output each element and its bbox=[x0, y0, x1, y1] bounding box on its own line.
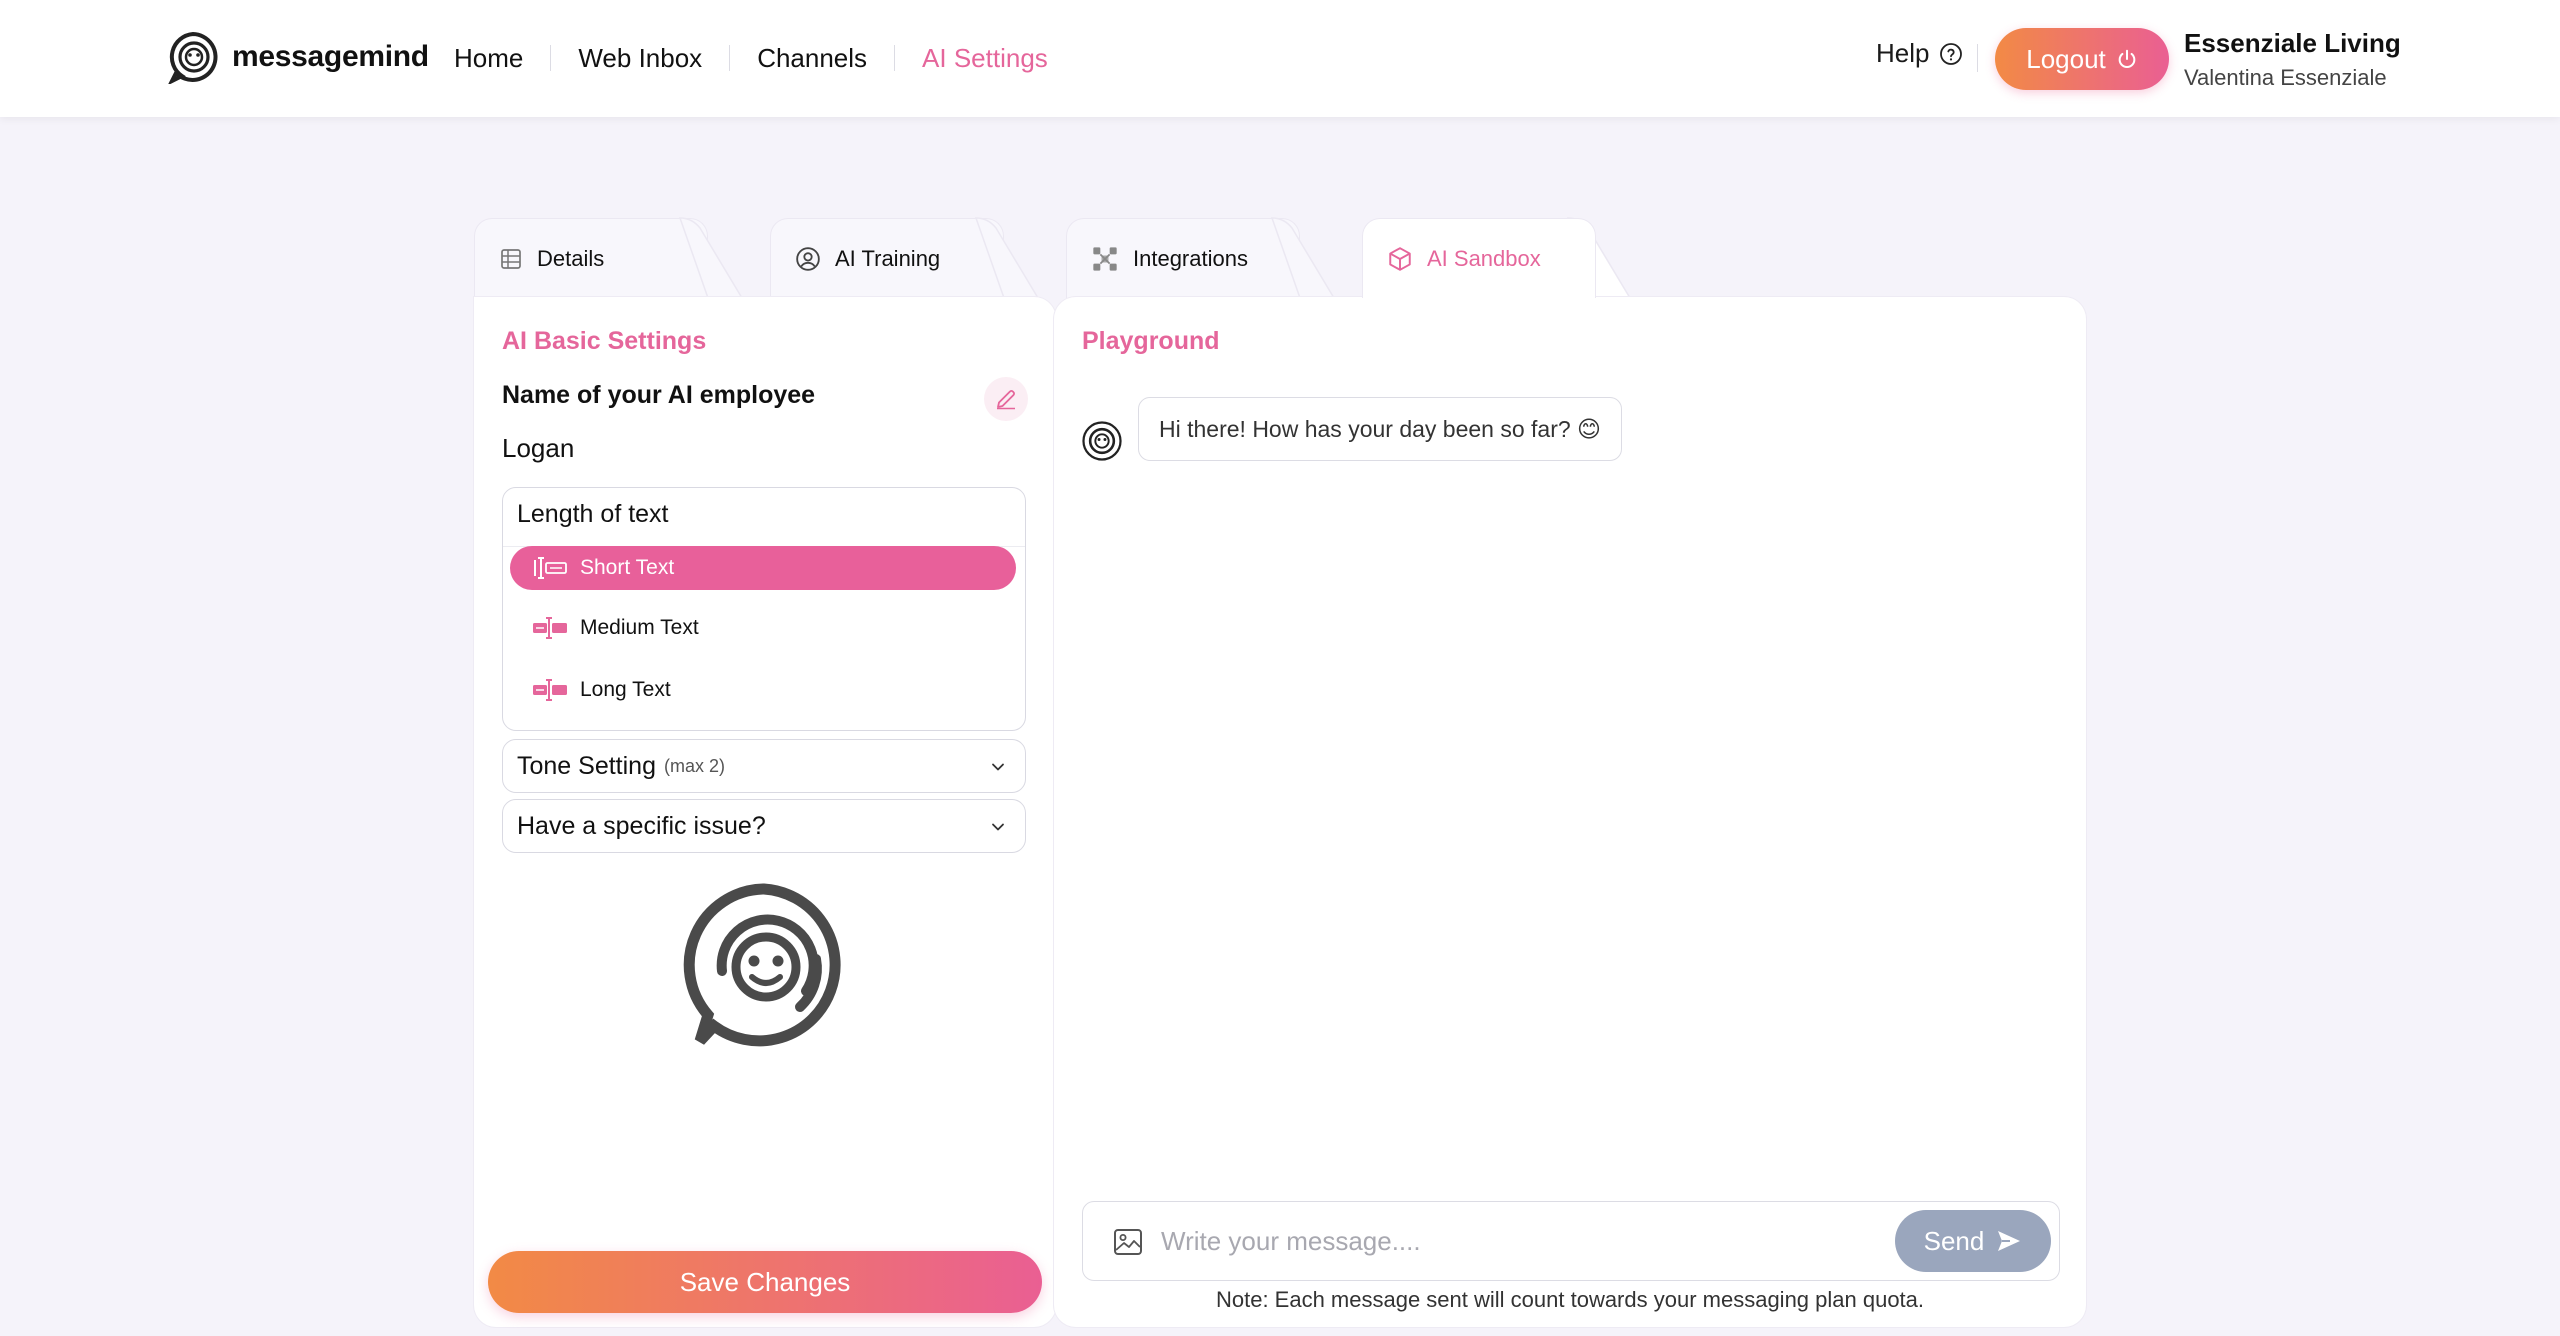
nav-web-inbox[interactable]: Web Inbox bbox=[551, 36, 729, 80]
text-length-title: Length of text bbox=[517, 500, 669, 528]
user-info: Essenziale Living Valentina Essenziale bbox=[2184, 28, 2401, 91]
header-divider bbox=[1977, 44, 1978, 72]
message-composer: Send bbox=[1082, 1201, 2060, 1281]
nav-home[interactable]: Home bbox=[454, 36, 550, 80]
logout-label: Logout bbox=[2026, 43, 2106, 74]
company-name: Essenziale Living bbox=[2184, 28, 2401, 58]
tab-ai-sandbox[interactable]: AI Sandbox bbox=[1362, 218, 1596, 298]
bot-avatar bbox=[1082, 421, 1122, 461]
edit-name-button[interactable] bbox=[984, 377, 1028, 421]
brand-name: messagemind bbox=[232, 40, 429, 73]
main-nav: Home Web Inbox Channels AI Settings bbox=[454, 36, 1075, 80]
specific-issue-dropdown[interactable]: Have a specific issue? bbox=[502, 799, 1026, 853]
send-button[interactable]: Send bbox=[1895, 1210, 2051, 1272]
help-label: Help bbox=[1876, 38, 1930, 68]
text-length-selector: Length of text Short Text Medium Text Lo… bbox=[502, 487, 1026, 731]
bot-message-bubble: Hi there! How has your day been so far? … bbox=[1138, 397, 1623, 461]
tab-ai-sandbox-label: AI Sandbox bbox=[1427, 245, 1541, 271]
playground-title: Playground bbox=[1082, 327, 1220, 355]
option-long-text[interactable]: Long Text bbox=[510, 668, 1016, 712]
pencil-icon bbox=[997, 390, 1015, 410]
send-arrow-icon bbox=[1998, 1231, 2021, 1251]
quota-note: Note: Each message sent will count towar… bbox=[1215, 1287, 1925, 1312]
top-header: messagemind Home Web Inbox Channels AI S… bbox=[0, 0, 2560, 117]
tone-setting-hint: (max 2) bbox=[664, 755, 726, 776]
image-upload-icon[interactable] bbox=[1113, 1228, 1143, 1256]
option-short-text[interactable]: Short Text bbox=[510, 546, 1016, 590]
cube-icon bbox=[1389, 246, 1411, 271]
messagemind-mascot-icon bbox=[683, 883, 841, 1047]
send-label: Send bbox=[1923, 1225, 1985, 1256]
specific-issue-label: Have a specific issue? bbox=[517, 811, 766, 840]
message-input[interactable] bbox=[1161, 1216, 1881, 1266]
chevron-down-icon bbox=[992, 823, 1004, 831]
option-long-text-label: Long Text bbox=[580, 678, 671, 701]
short-text-icon bbox=[534, 557, 567, 579]
medium-text-icon bbox=[533, 617, 567, 639]
bot-message-text: Hi there! How has your day been so far? … bbox=[1159, 415, 1602, 442]
tone-setting-dropdown[interactable]: Tone Setting (max 2) bbox=[502, 739, 1026, 793]
playground-panel: Playground Hi there! How has your day be… bbox=[1054, 297, 2086, 1327]
employee-name-value: Logan bbox=[502, 433, 575, 463]
brand-logo[interactable]: messagemind bbox=[166, 30, 429, 84]
long-text-icon bbox=[533, 679, 567, 701]
employee-name-label: Name of your AI employee bbox=[502, 381, 816, 409]
option-medium-text-label: Medium Text bbox=[580, 616, 699, 639]
nav-ai-settings[interactable]: AI Settings bbox=[895, 36, 1075, 80]
option-medium-text[interactable]: Medium Text bbox=[510, 606, 1016, 650]
power-icon bbox=[2118, 49, 2136, 68]
question-circle-icon bbox=[1940, 42, 1963, 65]
tone-setting-label: Tone Setting bbox=[517, 751, 656, 780]
ai-basic-settings-title: AI Basic Settings bbox=[502, 327, 707, 355]
save-changes-button[interactable]: Save Changes bbox=[488, 1251, 1042, 1313]
chevron-down-icon bbox=[992, 763, 1004, 771]
messagemind-logo-icon bbox=[168, 31, 218, 84]
option-short-text-label: Short Text bbox=[580, 556, 675, 579]
help-link[interactable]: Help bbox=[1876, 38, 1963, 69]
logout-button[interactable]: Logout bbox=[1995, 28, 2169, 90]
ai-basic-settings-panel: AI Basic Settings Name of your AI employ… bbox=[474, 297, 1056, 1327]
nav-channels[interactable]: Channels bbox=[730, 36, 894, 80]
user-name: Valentina Essenziale bbox=[2184, 65, 2387, 90]
